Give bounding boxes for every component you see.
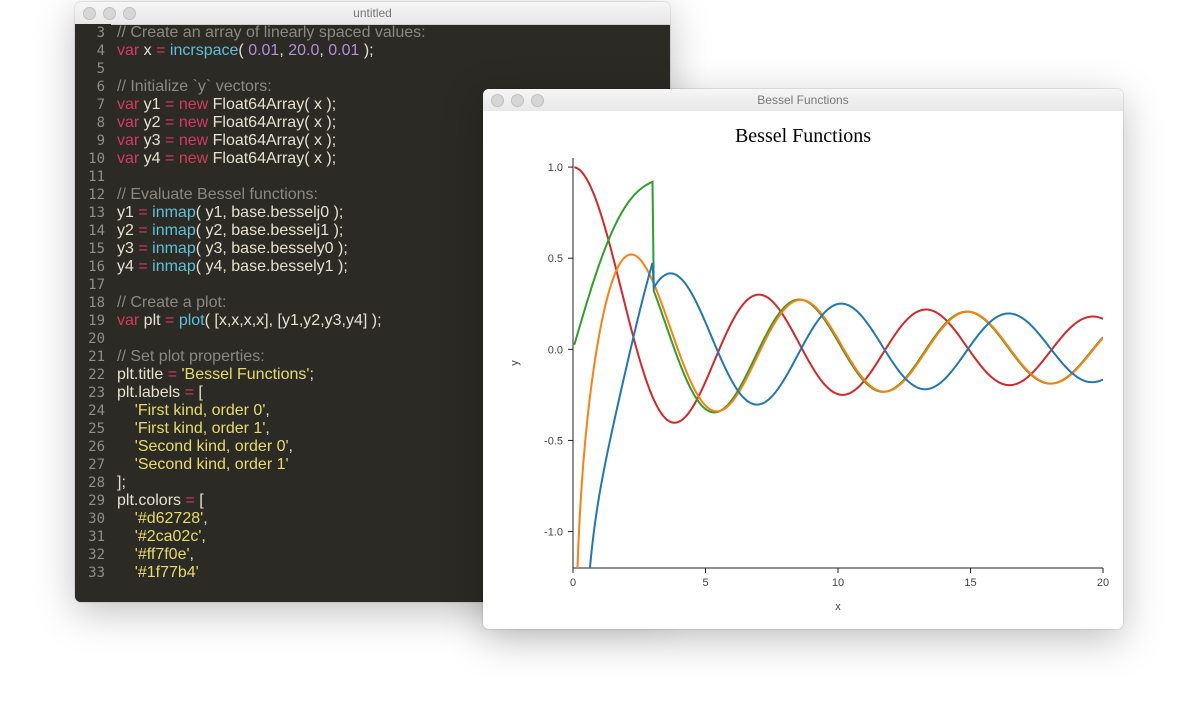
plot-window: Bessel Functions Bessel Functions 0 5 10 15…: [483, 89, 1123, 629]
series-y1: [574, 263, 1103, 628]
series-y0: [574, 254, 1103, 628]
code-line[interactable]: // Create an array of linearly spaced va…: [117, 24, 670, 42]
chart-svg: 0 5 10 15 20 -1.0 -0.5 0.0 0.5 1.0 x y: [483, 148, 1123, 628]
chart-canvas: Bessel Functions 0 5 10 15 20 -1.0 -0.5 0.0 0.5 1…: [483, 111, 1123, 629]
minimize-icon[interactable]: [103, 7, 116, 20]
svg-text:20: 20: [1097, 577, 1109, 589]
close-icon[interactable]: [491, 94, 504, 107]
code-line[interactable]: [117, 60, 670, 78]
editor-titlebar[interactable]: untitled: [75, 2, 670, 25]
minimize-icon[interactable]: [511, 94, 524, 107]
svg-text:y: y: [509, 360, 521, 366]
svg-text:0.0: 0.0: [548, 344, 563, 356]
plot-titlebar[interactable]: Bessel Functions: [483, 89, 1123, 112]
svg-text:5: 5: [702, 577, 708, 589]
svg-text:-0.5: -0.5: [544, 435, 563, 447]
window-controls[interactable]: [491, 94, 544, 107]
code-line[interactable]: var x = incrspace( 0.01, 20.0, 0.01 );: [117, 42, 670, 60]
chart-title: Bessel Functions: [483, 125, 1123, 148]
close-icon[interactable]: [83, 7, 96, 20]
svg-text:x: x: [835, 601, 841, 613]
plot-window-title: Bessel Functions: [483, 93, 1123, 107]
svg-text:0.5: 0.5: [548, 253, 563, 265]
svg-text:1.0: 1.0: [548, 162, 563, 174]
zoom-icon[interactable]: [531, 94, 544, 107]
line-number-gutter: 3456789101112131415161718192021222324252…: [75, 24, 111, 602]
svg-text:-1.0: -1.0: [544, 527, 563, 539]
svg-text:0: 0: [570, 577, 576, 589]
series-j1: [574, 182, 1103, 413]
zoom-icon[interactable]: [123, 7, 136, 20]
editor-window-title: untitled: [75, 6, 670, 20]
svg-text:15: 15: [964, 577, 976, 589]
window-controls[interactable]: [83, 7, 136, 20]
svg-text:10: 10: [832, 577, 844, 589]
